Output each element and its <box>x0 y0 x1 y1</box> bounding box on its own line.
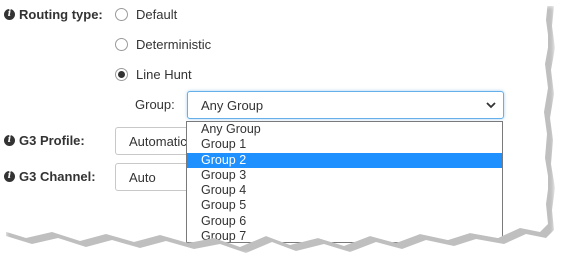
radio-line-hunt[interactable]: Line Hunt <box>115 67 192 82</box>
radio-circle-line-hunt[interactable] <box>115 68 128 81</box>
group-select[interactable]: Any Group <box>187 91 504 119</box>
group-select-value: Any Group <box>201 97 264 113</box>
dropdown-option[interactable]: Group 4 <box>187 183 502 198</box>
info-icon: i <box>4 9 15 20</box>
radio-label-line-hunt: Line Hunt <box>136 67 192 82</box>
g3-channel-value: Auto <box>129 169 156 185</box>
dropdown-option[interactable]: Group 6 <box>187 214 502 229</box>
dropdown-option[interactable]: Group 1 <box>187 137 502 152</box>
g3-channel-label: i G3 Channel: <box>4 169 96 184</box>
radio-deterministic[interactable]: Deterministic <box>115 37 211 52</box>
g3-profile-value: Automatic <box>129 133 187 149</box>
dropdown-option[interactable]: Group 5 <box>187 198 502 213</box>
settings-panel: i Routing type: Default Deterministic Li… <box>0 0 548 247</box>
group-label: Group: <box>135 97 175 112</box>
radio-label-default: Default <box>136 7 178 22</box>
chevron-down-icon <box>486 102 496 109</box>
g3-profile-label: i G3 Profile: <box>4 133 85 148</box>
radio-circle-deterministic[interactable] <box>115 38 128 51</box>
radio-selected-dot <box>118 71 125 78</box>
info-icon: i <box>4 135 15 146</box>
group-dropdown-list[interactable]: Any Group Group 1 Group 2 Group 3 Group … <box>186 121 503 243</box>
radio-default[interactable]: Default <box>115 7 177 22</box>
dropdown-option-highlighted[interactable]: Group 2 <box>187 152 502 168</box>
radio-label-deterministic: Deterministic <box>136 37 212 52</box>
dropdown-option[interactable]: Group 3 <box>187 168 502 183</box>
dropdown-option[interactable]: Any Group <box>187 122 502 137</box>
routing-type-label: i Routing type: <box>4 7 103 22</box>
info-icon: i <box>4 171 15 182</box>
radio-circle-default[interactable] <box>115 8 128 21</box>
